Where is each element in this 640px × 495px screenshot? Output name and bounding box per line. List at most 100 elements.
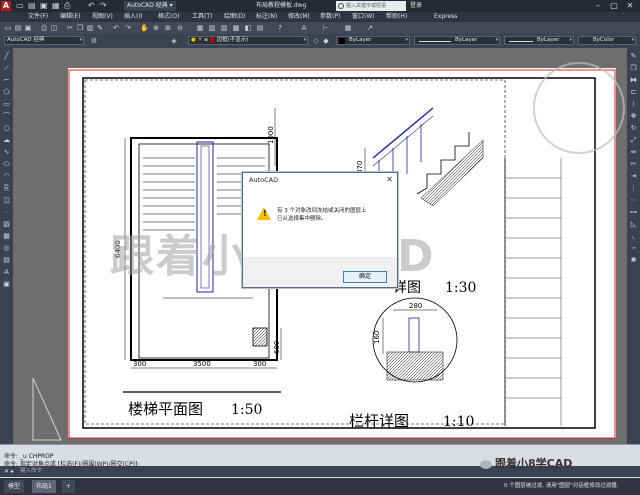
plot-icon[interactable]: ⎙ <box>40 24 48 32</box>
menu-draw[interactable]: 绘图(D) <box>224 12 245 22</box>
toolpalette-icon[interactable]: ▨ <box>220 24 228 32</box>
rotate-icon[interactable]: ↻ <box>629 124 638 133</box>
workspace-switch[interactable]: AutoCAD 经典 ▾ <box>124 1 176 11</box>
tab-layout1[interactable]: 布局1 <box>32 480 56 493</box>
redo-icon[interactable]: ↷ <box>124 24 132 32</box>
extend-icon[interactable]: ⇥ <box>629 172 638 181</box>
lineweight-combo[interactable]: ByLayer ▾ <box>504 36 574 45</box>
signin-link[interactable]: 登录 <box>410 1 422 11</box>
color-combo[interactable]: ByLayer ▾ <box>336 36 410 45</box>
hatch-icon[interactable]: ▨ <box>2 220 11 229</box>
erase-icon[interactable]: ✎ <box>629 52 638 61</box>
make-block-icon[interactable]: ◫ <box>2 196 11 205</box>
new-icon[interactable]: ▭ <box>4 24 12 32</box>
properties-icon[interactable]: ▦ <box>196 24 204 32</box>
zoom-realtime-icon[interactable]: ⊕ <box>152 24 160 32</box>
close-icon[interactable]: ✕ <box>386 173 393 187</box>
make-current-icon[interactable]: ◇ <box>312 37 320 45</box>
mirror-icon[interactable]: ⧓ <box>629 76 638 85</box>
trim-icon[interactable]: ✂ <box>629 160 638 169</box>
construction-line-icon[interactable]: ⟋ <box>2 64 11 73</box>
matchprop-icon[interactable]: ✎ <box>96 24 104 32</box>
revcloud-icon[interactable]: ☁ <box>2 136 11 145</box>
gear-icon[interactable]: ⚙ <box>90 37 98 45</box>
explode-icon[interactable]: ✺ <box>629 256 638 265</box>
linetype-combo[interactable]: ByLayer ▾ <box>414 36 500 45</box>
menu-view[interactable]: 视图(V) <box>92 12 113 22</box>
table-style-icon[interactable]: ▦ <box>344 24 352 32</box>
circle-icon[interactable]: ○ <box>2 124 11 133</box>
new-file-icon[interactable]: ▭ <box>16 1 24 11</box>
menu-file[interactable]: 文件(F) <box>28 12 48 22</box>
zoom-window-icon[interactable]: ⊞ <box>164 24 172 32</box>
add-selected-icon[interactable]: ▣ <box>2 280 11 289</box>
menu-tools[interactable]: 工具(T) <box>192 12 212 22</box>
print-icon[interactable]: ⎙ <box>64 1 70 11</box>
scale-icon[interactable]: ⤢ <box>629 136 638 145</box>
menu-dimension[interactable]: 标注(N) <box>256 12 277 22</box>
menu-parametric[interactable]: 参数(P) <box>320 12 340 22</box>
ok-button[interactable]: 确定 <box>343 271 387 283</box>
menu-edit[interactable]: 编辑(E) <box>60 12 80 22</box>
region-icon[interactable]: ◎ <box>2 244 11 253</box>
polygon-icon[interactable]: ⬠ <box>2 88 11 97</box>
zoom-previous-icon[interactable]: ⊖ <box>176 24 184 32</box>
open-file-icon[interactable]: ▤ <box>28 1 36 11</box>
help-icon[interactable]: ? <box>276 24 284 32</box>
gradient-icon[interactable]: ▦ <box>2 232 11 241</box>
ellipse-icon[interactable]: ⬭ <box>2 160 11 169</box>
menu-format[interactable]: 格式(O) <box>158 12 179 22</box>
polyline-icon[interactable]: ⌐ <box>2 76 11 85</box>
menu-express[interactable]: Express <box>434 12 457 22</box>
save-icon[interactable]: ▣ <box>40 1 48 11</box>
mtext-icon[interactable]: A <box>2 268 11 277</box>
rectangle-icon[interactable]: ▭ <box>2 100 11 109</box>
layer-combo[interactable]: ● ☀ ▪ ■ 边框(不显示) ▾ <box>188 36 308 45</box>
menu-help[interactable]: 帮助(H) <box>386 12 407 22</box>
spline-icon[interactable]: ∿ <box>2 148 11 157</box>
multileader-style-icon[interactable]: ↗ <box>366 24 374 32</box>
layer-manager-icon[interactable]: ◈ <box>170 37 178 45</box>
markup-icon[interactable]: ◧ <box>244 24 252 32</box>
arc-icon[interactable]: ⌒ <box>2 112 11 121</box>
array-icon[interactable]: ⁞ <box>629 100 638 109</box>
undo-icon[interactable]: ↶ <box>88 1 95 11</box>
maximize-icon[interactable]: ▢ <box>606 0 622 12</box>
table-icon[interactable]: ▤ <box>2 256 11 265</box>
line-icon[interactable]: ╱ <box>2 52 11 61</box>
sheetset-icon[interactable]: ▩ <box>232 24 240 32</box>
autocad-logo-icon[interactable]: A <box>1 1 11 11</box>
preview-icon[interactable]: ◫ <box>50 24 58 32</box>
pan-icon[interactable]: ✋ <box>140 24 149 32</box>
workspace-combo[interactable]: AutoCAD 经典 ▾ <box>4 36 84 45</box>
menu-modify[interactable]: 修改(M) <box>288 12 310 22</box>
menu-insert[interactable]: 插入(I) <box>124 12 142 22</box>
text-style-icon[interactable]: A <box>300 24 308 32</box>
offset-icon[interactable]: ⊏ <box>629 88 638 97</box>
close-icon[interactable]: ✕ <box>622 0 638 12</box>
cut-icon[interactable]: ✂ <box>66 24 74 32</box>
menu-window[interactable]: 窗口(W) <box>352 12 375 22</box>
search-input[interactable]: 键入关键字或短语 <box>336 1 406 11</box>
add-layout-button[interactable]: + <box>62 480 76 493</box>
chamfer-icon[interactable]: ◺ <box>629 220 638 229</box>
point-icon[interactable]: · <box>2 208 11 217</box>
save-icon[interactable]: ▣ <box>24 24 32 32</box>
ellipse-arc-icon[interactable]: ◠ <box>2 172 11 181</box>
join-icon[interactable]: ⊶ <box>629 208 638 217</box>
designcenter-icon[interactable]: ▧ <box>208 24 216 32</box>
undo-icon[interactable]: ↶ <box>112 24 120 32</box>
tab-model[interactable]: 模型 <box>4 480 25 493</box>
command-input[interactable]: 键入命令 <box>20 466 42 477</box>
redo-icon[interactable]: ↷ <box>100 1 107 11</box>
copy-object-icon[interactable]: ❐ <box>629 64 638 73</box>
break-icon[interactable]: ⋯ <box>629 196 638 205</box>
saveas-icon[interactable]: ▦ <box>52 1 60 11</box>
stretch-icon[interactable]: ⇔ <box>629 148 638 157</box>
paste-icon[interactable]: ▥ <box>86 24 94 32</box>
move-icon[interactable]: ✥ <box>629 112 638 121</box>
blend-icon[interactable]: ∽ <box>629 244 638 253</box>
fillet-icon[interactable]: ◟ <box>629 232 638 241</box>
layer-previous-icon[interactable]: ◆ <box>322 37 330 45</box>
copy-icon[interactable]: ❐ <box>76 24 84 32</box>
